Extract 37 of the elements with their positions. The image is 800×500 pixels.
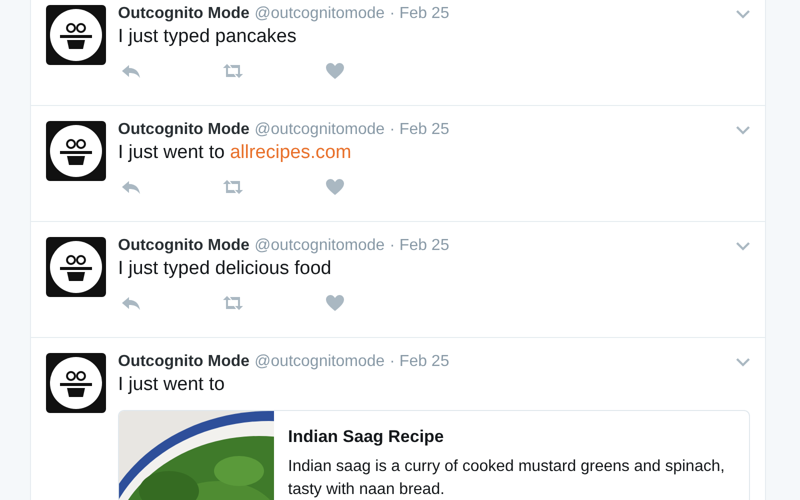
- tweet-link[interactable]: allrecipes.com: [230, 142, 352, 163]
- user-name[interactable]: Outcognito Mode: [118, 237, 250, 255]
- user-handle[interactable]: @outcognitomode: [254, 237, 385, 255]
- tweet-date[interactable]: · Feb 25: [390, 237, 450, 255]
- tweet-date[interactable]: · Feb 25: [390, 353, 450, 371]
- tweet-date[interactable]: · Feb 25: [390, 5, 450, 23]
- chevron-down-icon[interactable]: [736, 242, 750, 250]
- retweet-icon[interactable]: [223, 62, 243, 80]
- heart-icon[interactable]: [325, 62, 345, 80]
- avatar-icon[interactable]: [46, 237, 106, 297]
- tweet-date[interactable]: · Feb 25: [390, 121, 450, 139]
- user-name[interactable]: Outcognito Mode: [118, 5, 250, 23]
- chevron-down-icon[interactable]: [736, 126, 750, 134]
- user-name[interactable]: Outcognito Mode: [118, 121, 250, 139]
- user-name[interactable]: Outcognito Mode: [118, 353, 250, 371]
- avatar-icon[interactable]: [46, 121, 106, 181]
- user-handle[interactable]: @outcognitomode: [254, 5, 385, 23]
- heart-icon[interactable]: [325, 294, 345, 312]
- retweet-icon[interactable]: [223, 294, 243, 312]
- card-description: Indian saag is a curry of cooked mustard greens and spinach, tasty with naan bread.: [288, 457, 726, 500]
- reply-icon[interactable]: [121, 294, 141, 312]
- avatar-icon[interactable]: [46, 353, 106, 413]
- reply-icon[interactable]: [121, 178, 141, 196]
- chevron-down-icon[interactable]: [736, 358, 750, 366]
- tweet-text: I just typed delicious food: [118, 258, 332, 280]
- card-title: Indian Saag Recipe: [288, 427, 445, 447]
- tweet-text: I just went to: [118, 374, 226, 396]
- reply-icon[interactable]: [121, 62, 141, 80]
- link-card[interactable]: Indian Saag Recipe Indian saag is a curry of cooked mustard greens and spinach, tasty with naan bread.: [118, 410, 750, 500]
- retweet-icon[interactable]: [223, 178, 243, 196]
- user-handle[interactable]: @outcognitomode: [254, 121, 385, 139]
- heart-icon[interactable]: [325, 178, 345, 196]
- avatar-icon[interactable]: [46, 5, 106, 65]
- chevron-down-icon[interactable]: [736, 10, 750, 18]
- tweet-text: I just typed pancakes: [118, 26, 298, 48]
- tweet-text: I just went to allrecipes.com: [118, 142, 352, 164]
- user-handle[interactable]: @outcognitomode: [254, 353, 385, 371]
